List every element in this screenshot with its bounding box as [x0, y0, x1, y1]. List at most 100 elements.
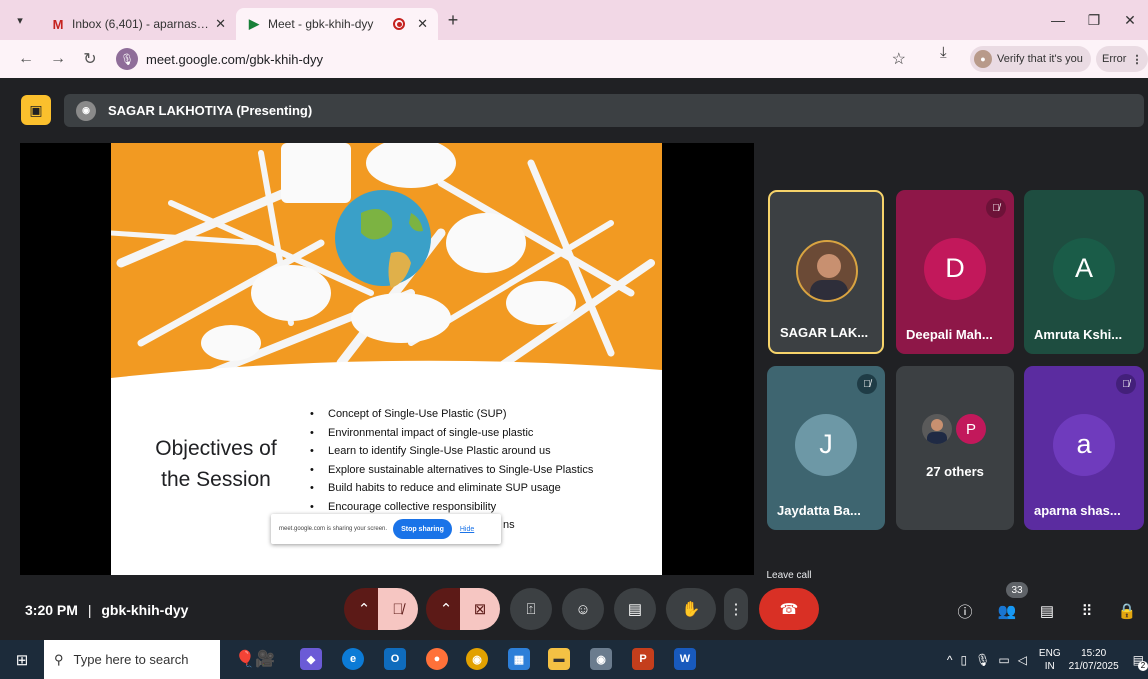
close-tab-icon[interactable]: ✕ [215, 16, 226, 32]
avatar: D [924, 237, 986, 300]
tab-title: Meet - gbk-khih-dyy [268, 17, 374, 31]
back-icon[interactable]: ← [10, 43, 42, 75]
participant-name: Jaydatta Ba... [777, 503, 861, 518]
forward-icon[interactable]: → [42, 43, 74, 75]
partial-bullet-text: ns [503, 519, 515, 531]
meeting-details-icon[interactable]: ⓘ [952, 600, 978, 622]
meet-icon: ▶ [249, 16, 259, 31]
taskbar-clock[interactable]: 15:20 21/07/2025 [1069, 647, 1119, 673]
emoji-icon: ☺ [575, 600, 591, 618]
gmail-icon: M [52, 16, 64, 32]
notification-icon[interactable]: ▤ 2 [1133, 653, 1148, 671]
verify-label: Verify that it's you [997, 53, 1083, 65]
bookmark-star-icon[interactable]: ☆ [892, 49, 906, 69]
hang-up-icon: ☎ [779, 601, 799, 618]
participant-tile[interactable]: 🎙̸ D Deepali Mah... [896, 190, 1014, 354]
restore-icon[interactable]: ❐ [1076, 0, 1112, 40]
file-explorer-icon[interactable]: ▬ [548, 648, 570, 670]
participant-tile[interactable]: A Amruta Kshi... [1024, 190, 1144, 354]
edge-icon[interactable]: e [342, 648, 364, 670]
widgets-icon[interactable]: 🎈🎥 [228, 648, 282, 670]
chat-icon[interactable]: ▤ [1034, 600, 1060, 622]
outlook-icon[interactable]: O [384, 648, 406, 670]
slide: Objectives of the Session Concept of Sin… [111, 143, 662, 575]
avatar: ● [974, 50, 992, 68]
browser-tab-strip: ▾ M Inbox (6,401) - aparnashastri@... ✕ … [0, 0, 1148, 40]
tab-meet[interactable]: ▶ Meet - gbk-khih-dyy ✕ [236, 8, 438, 40]
windows-start-icon[interactable]: ⊞ [0, 640, 44, 679]
download-icon[interactable]: ⤓ [940, 44, 947, 61]
tab-title: Inbox (6,401) - aparnashastri@... [72, 17, 211, 31]
more-options-button[interactable]: ⋮ [724, 588, 748, 630]
url-text: meet.google.com/gbk-khih-dyy [146, 51, 324, 67]
host-controls-icon[interactable]: 🔒 [1114, 600, 1140, 622]
hide-link[interactable]: Hide [460, 526, 474, 533]
chrome-active-icon[interactable]: ◉ [590, 648, 612, 670]
language-indicator[interactable]: ENG IN [1039, 647, 1061, 673]
participant-tile[interactable]: 🎙̸ a aparna shas... [1024, 366, 1144, 530]
hand-icon: ✋ [681, 601, 701, 618]
network-icon[interactable]: ▭ [998, 653, 1009, 667]
separator: | [87, 602, 92, 618]
reload-icon[interactable]: ↻ [74, 43, 106, 75]
firefox-icon[interactable]: ● [426, 648, 448, 670]
leave-call-tooltip: Leave call [758, 564, 820, 586]
mic-icon[interactable]: 🎙 [975, 653, 990, 667]
list-item: Build habits to reduce and eliminate SUP… [308, 479, 593, 498]
captions-button[interactable]: ▤ [614, 588, 656, 630]
close-window-icon[interactable]: ✕ [1112, 0, 1148, 40]
avatar [796, 240, 858, 302]
avatar: a [1053, 413, 1115, 476]
camera-off-icon: ⊠ [473, 601, 487, 618]
avatar: ◉ [76, 100, 96, 121]
avatar: P [956, 414, 986, 444]
screen: ▾ M Inbox (6,401) - aparnashastri@... ✕ … [0, 0, 1148, 679]
others-tile[interactable]: P 27 others [896, 366, 1014, 530]
participant-tile[interactable]: 🎙̸ J Jaydatta Ba... [767, 366, 885, 530]
mic-off-icon: 🎙̸ [392, 600, 404, 618]
others-count-label: 27 others [926, 464, 984, 479]
store-icon[interactable]: ▦ [508, 648, 530, 670]
participant-tile[interactable]: SAGAR LAK... [768, 190, 884, 354]
people-icon[interactable]: 👥 [994, 600, 1020, 622]
copilot-icon[interactable]: ◆ [300, 648, 322, 670]
error-menu-button[interactable]: Error ⋮ [1096, 46, 1148, 72]
system-tray: ^ ▯ 🎙 ▭ ◁ ENG IN 15:20 21/07/2025 ▤ 2 [943, 640, 1148, 679]
plastic-cutlery-illustration [111, 143, 655, 377]
volume-icon[interactable]: ◁ [1018, 653, 1027, 667]
minimize-icon[interactable]: — [1040, 0, 1076, 40]
activities-icon[interactable]: ⠿ [1074, 600, 1100, 622]
avatar [922, 414, 952, 444]
slide-title: Objectives of the Session [155, 437, 277, 491]
notification-count: 2 [1138, 660, 1148, 671]
avatar: J [795, 413, 857, 476]
tab-search-chevron-icon[interactable]: ▾ [0, 0, 40, 40]
chevron-up-icon[interactable]: ^ [947, 653, 953, 667]
profile-verify-button[interactable]: ● Verify that it's you [970, 46, 1091, 72]
close-tab-icon[interactable]: ✕ [417, 16, 428, 32]
avatar: A [1053, 237, 1115, 300]
site-info-icon[interactable]: 🎙 [116, 48, 138, 70]
word-icon[interactable]: W [674, 648, 696, 670]
camera-toggle-button[interactable]: ⊠ [460, 588, 500, 630]
present-button[interactable]: ⍐ [510, 588, 552, 630]
participant-name: Amruta Kshi... [1034, 327, 1123, 342]
presenter-bar: ◉ SAGAR LAKHOTIYA (Presenting) [64, 94, 1144, 127]
mic-toggle-button[interactable]: 🎙̸ [378, 588, 418, 630]
chrome-icon[interactable]: ◉ [466, 648, 488, 670]
reactions-button[interactable]: ☺ [562, 588, 604, 630]
raise-hand-button[interactable]: ✋ [666, 588, 716, 630]
leave-call-button[interactable]: ☎ [759, 588, 819, 630]
share-message: meet.google.com is sharing your screen. [279, 526, 388, 532]
stop-sharing-button[interactable]: Stop sharing [393, 519, 452, 539]
battery-icon[interactable]: ▯ [961, 653, 968, 667]
powerpoint-icon[interactable]: P [632, 648, 654, 670]
address-bar[interactable]: 🎙 meet.google.com/gbk-khih-dyy ☆ [112, 44, 912, 74]
search-icon: ⚲ [54, 651, 64, 667]
tab-gmail[interactable]: M Inbox (6,401) - aparnashastri@... ✕ [40, 8, 236, 40]
search-placeholder: Type here to search [73, 652, 189, 667]
presentation-icon[interactable]: ▣ [21, 95, 51, 125]
taskbar-search-input[interactable]: ⚲ Type here to search [44, 640, 220, 679]
mic-off-icon: 🎙̸ [986, 198, 1006, 218]
new-tab-button[interactable]: + [438, 10, 468, 31]
